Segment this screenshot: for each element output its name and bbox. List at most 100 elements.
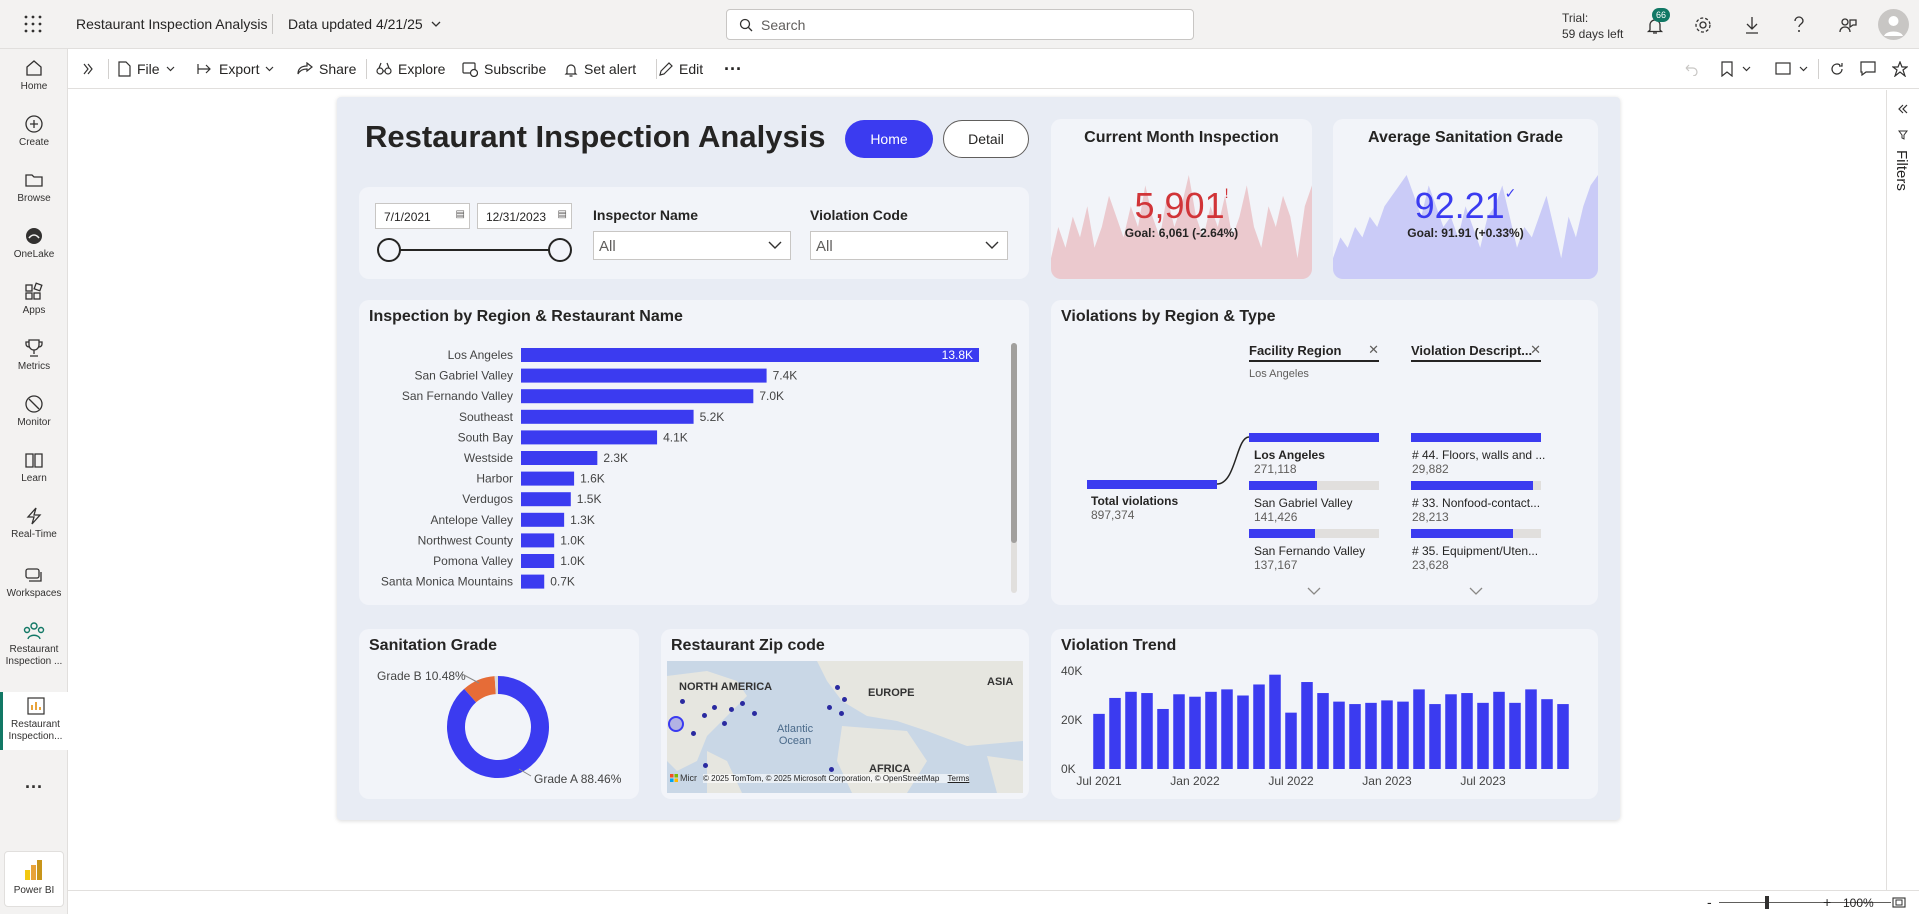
zoom-level[interactable]: 100% xyxy=(1843,896,1874,910)
scrollbar-thumb[interactable] xyxy=(1011,343,1017,543)
nav-apps[interactable]: Apps xyxy=(0,282,68,316)
map-dot[interactable] xyxy=(827,705,832,710)
nav-real-time[interactable]: Real-Time xyxy=(0,506,68,540)
map-dot[interactable] xyxy=(829,767,834,772)
home-nav-button[interactable]: Home xyxy=(845,120,933,158)
file-menu[interactable]: File xyxy=(118,49,175,89)
nav-monitor[interactable]: Monitor xyxy=(0,394,68,428)
tree-node-san-gabriel-valley[interactable]: San Gabriel Valley 141,426 xyxy=(1249,481,1379,524)
bar-data-label: 2.3K xyxy=(603,451,628,465)
filters-pane-collapsed[interactable]: Filters xyxy=(1886,90,1919,890)
date-range-track[interactable] xyxy=(389,249,559,251)
subscribe-button[interactable]: Subscribe xyxy=(462,49,546,89)
nav-restaurant-inspection-report[interactable]: Restaurant Inspection... xyxy=(0,692,68,750)
map-dot[interactable] xyxy=(729,707,734,712)
tree-node-los-angeles[interactable]: Los Angeles 271,118 xyxy=(1249,433,1379,476)
fit-to-page-icon[interactable] xyxy=(1892,897,1906,908)
chevron-down-icon[interactable] xyxy=(1799,66,1808,72)
restaurant-zip-map[interactable]: Restaurant Zip code NORTH AMERICA EUROPE… xyxy=(661,629,1029,799)
nav-home[interactable]: Home xyxy=(0,58,68,92)
nav-learn[interactable]: Learn xyxy=(0,450,68,484)
map-dot[interactable] xyxy=(703,763,708,768)
expand-pane-icon[interactable] xyxy=(1898,104,1908,114)
nav-metrics[interactable]: Metrics xyxy=(0,338,68,372)
refresh-icon[interactable] xyxy=(1830,62,1844,76)
map-dot[interactable] xyxy=(712,705,717,710)
notifications-button[interactable]: 66 xyxy=(1646,8,1671,36)
nav-workspaces[interactable]: Workspaces xyxy=(0,565,68,599)
zoom-out-button[interactable]: - xyxy=(1707,894,1712,910)
chevron-down-icon[interactable] xyxy=(1742,66,1751,72)
tree-node-violation-33[interactable]: # 33. Nonfood-contact... 28,213 xyxy=(1411,481,1541,524)
nav-more-button[interactable]: ... xyxy=(0,772,68,793)
date-from-input[interactable]: 7/1/2021 ▤ xyxy=(375,203,470,229)
expand-more-icon[interactable] xyxy=(1469,587,1483,595)
data-updated-dropdown[interactable]: Data updated 4/21/25 xyxy=(288,16,441,32)
view-layout-icon[interactable] xyxy=(1775,62,1791,75)
node-bar-fill xyxy=(1411,529,1513,538)
tree-node-violation-44[interactable]: # 44. Floors, walls and ... 29,882 xyxy=(1411,433,1545,476)
nav-browse[interactable]: Browse xyxy=(0,170,68,204)
search-box[interactable]: Search xyxy=(726,9,1194,40)
date-to-input[interactable]: 12/31/2023 ▤ xyxy=(477,203,572,229)
user-avatar[interactable] xyxy=(1878,9,1909,40)
sanitation-grade-donut[interactable]: Sanitation Grade Grade B 10.48% Grade A … xyxy=(359,629,639,799)
inspection-by-region-chart[interactable]: Inspection by Region & Restaurant Name L… xyxy=(359,300,1029,605)
edit-button[interactable]: Edit xyxy=(658,49,703,89)
feedback-share-icon[interactable] xyxy=(1839,16,1857,34)
export-menu[interactable]: Export xyxy=(197,49,274,89)
nav-create[interactable]: Create xyxy=(0,114,68,148)
node-bar-track xyxy=(1249,529,1379,538)
map-dot[interactable] xyxy=(839,711,844,716)
map-dot[interactable] xyxy=(740,701,745,706)
date-slider-start-handle[interactable] xyxy=(377,238,401,262)
violations-decomposition-tree[interactable]: Violations by Region & Type Facility Reg… xyxy=(1051,300,1598,605)
explore-button[interactable]: Explore xyxy=(376,49,445,89)
map-dot[interactable] xyxy=(842,697,847,702)
power-bi-switcher[interactable]: Power BI xyxy=(4,851,64,907)
zoom-in-button[interactable]: + xyxy=(1823,894,1831,910)
download-icon[interactable] xyxy=(1744,16,1760,34)
map-dot[interactable] xyxy=(691,731,696,736)
map-dot[interactable] xyxy=(680,699,685,704)
nav-restaurant-inspection-app[interactable]: Restaurant Inspection ... xyxy=(0,621,68,668)
app-launcher-icon[interactable] xyxy=(24,15,42,33)
map-dot[interactable] xyxy=(752,711,757,716)
map-dot[interactable] xyxy=(722,721,727,726)
help-icon[interactable] xyxy=(1792,15,1806,35)
chevron-down-icon xyxy=(768,241,782,249)
kpi-sanitation-card[interactable]: Average Sanitation Grade 92.21✓ Goal: 91… xyxy=(1333,119,1598,279)
violation-code-dropdown[interactable]: All xyxy=(810,231,1008,260)
zoom-slider-thumb[interactable] xyxy=(1765,896,1769,909)
tree-node-violation-35[interactable]: # 35. Equipment/Uten... 23,628 xyxy=(1411,529,1541,572)
trial-status[interactable]: Trial: 59 days left xyxy=(1562,10,1623,42)
expand-more-icon[interactable] xyxy=(1307,587,1321,595)
date-slider-end-handle[interactable] xyxy=(548,238,572,262)
settings-gear-icon[interactable] xyxy=(1694,16,1712,34)
kpi-current-month-card[interactable]: Current Month Inspection 5,901! Goal: 6,… xyxy=(1051,119,1312,279)
share-button[interactable]: Share xyxy=(297,49,356,89)
tree-node-san-fernando-valley[interactable]: San Fernando Valley 137,167 xyxy=(1249,529,1379,572)
report-name[interactable]: Restaurant Inspection Analysis xyxy=(76,16,267,32)
map-dot[interactable] xyxy=(702,713,707,718)
comment-icon[interactable] xyxy=(1860,61,1876,76)
inspector-name-dropdown[interactable]: All xyxy=(593,231,791,260)
vertical-scrollbar[interactable] xyxy=(1011,343,1017,593)
tree-root-bar[interactable] xyxy=(1087,480,1217,489)
set-alert-button[interactable]: Set alert xyxy=(564,49,636,89)
map-dot[interactable] xyxy=(835,685,840,690)
check-icon: ✓ xyxy=(1504,185,1517,201)
undo-icon[interactable] xyxy=(1684,62,1698,76)
favorite-star-icon[interactable] xyxy=(1892,61,1908,77)
detail-nav-button[interactable]: Detail xyxy=(943,120,1029,158)
more-options-button[interactable]: ··· xyxy=(724,49,742,89)
nav-label: Home xyxy=(20,81,48,92)
violation-trend-chart[interactable]: Violation Trend 40K 20K 0K Jul 2021 Jan 2022… xyxy=(1051,629,1598,799)
column-bar xyxy=(1429,704,1441,769)
map-canvas[interactable]: NORTH AMERICA EUROPE ASIA AFRICA Atlanti… xyxy=(667,661,1023,793)
map-terms-link[interactable]: Terms xyxy=(948,774,970,783)
expand-nav-icon[interactable] xyxy=(82,63,94,75)
nav-onelake[interactable]: OneLake xyxy=(0,226,68,260)
bookmark-icon[interactable] xyxy=(1721,61,1733,77)
map-dot-cluster[interactable] xyxy=(668,716,684,732)
